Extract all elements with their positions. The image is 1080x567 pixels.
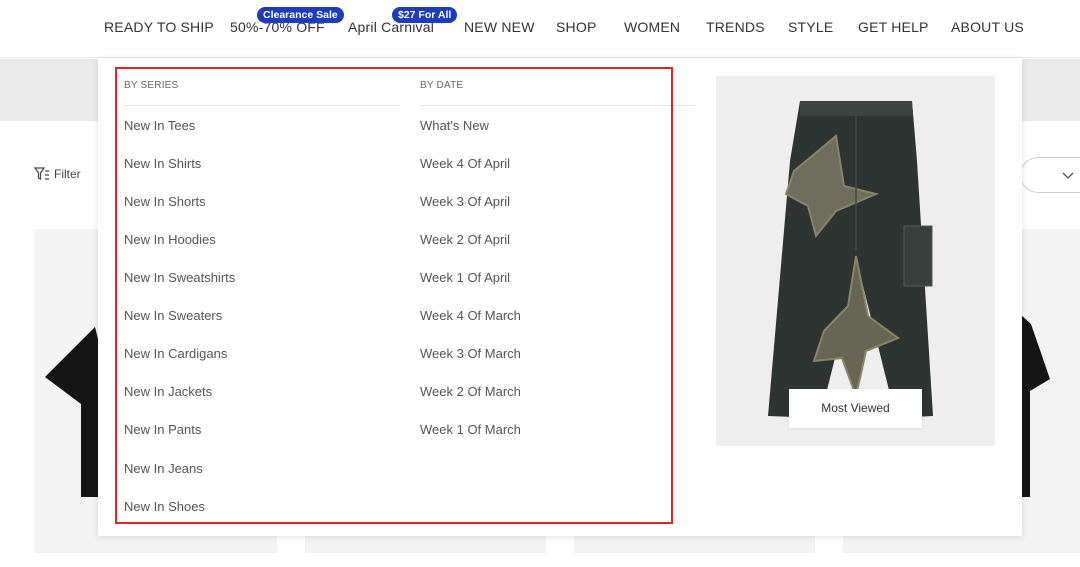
menu-link-week-4-april[interactable]: Week 4 Of April xyxy=(420,156,510,171)
menu-link-week-2-april[interactable]: Week 2 Of April xyxy=(420,232,510,247)
menu-link-new-in-sweaters[interactable]: New In Sweaters xyxy=(124,308,222,323)
menu-link-week-1-april[interactable]: Week 1 Of April xyxy=(420,270,510,285)
nav-item-trends[interactable]: TRENDS xyxy=(706,19,765,35)
menu-link-new-in-shoes[interactable]: New In Shoes xyxy=(124,499,205,514)
menu-link-new-in-jackets[interactable]: New In Jackets xyxy=(124,384,212,399)
nav-item-style[interactable]: STYLE xyxy=(788,19,833,35)
chevron-down-icon[interactable] xyxy=(1062,172,1074,180)
clearance-sale-badge: Clearance Sale xyxy=(257,7,344,23)
nav-item-shop[interactable]: SHOP xyxy=(556,19,596,35)
nav-item-new-new[interactable]: NEW NEW xyxy=(464,19,535,35)
top-navigation: READY TO SHIP 50%-70% OFF April Carnival… xyxy=(0,0,1080,58)
by-date-heading: BY DATE xyxy=(420,80,464,91)
menu-link-week-1-march[interactable]: Week 1 Of March xyxy=(420,422,521,437)
menu-link-whats-new[interactable]: What's New xyxy=(420,118,489,133)
nav-item-ready-to-ship[interactable]: READY TO SHIP xyxy=(104,19,214,35)
menu-link-week-2-march[interactable]: Week 2 Of March xyxy=(420,384,521,399)
most-viewed-label: Most Viewed xyxy=(789,389,922,428)
menu-link-new-in-shirts[interactable]: New In Shirts xyxy=(124,156,201,171)
nav-item-get-help[interactable]: GET HELP xyxy=(858,19,929,35)
filter-icon xyxy=(34,167,49,180)
menu-link-week-3-april[interactable]: Week 3 Of April xyxy=(420,194,510,209)
menu-link-week-4-march[interactable]: Week 4 Of March xyxy=(420,308,521,323)
nav-item-about-us[interactable]: ABOUT US xyxy=(951,19,1024,35)
filter-label: Filter xyxy=(54,167,81,181)
by-series-heading: BY SERIES xyxy=(124,80,179,91)
menu-link-new-in-pants[interactable]: New In Pants xyxy=(124,422,201,437)
menu-link-new-in-cardigans[interactable]: New In Cardigans xyxy=(124,346,227,361)
price-badge: $27 For All xyxy=(392,7,458,23)
nav-item-women[interactable]: WOMEN xyxy=(624,19,680,35)
menu-link-week-3-march[interactable]: Week 3 Of March xyxy=(420,346,521,361)
menu-link-new-in-hoodies[interactable]: New In Hoodies xyxy=(124,232,216,247)
menu-link-new-in-jeans[interactable]: New In Jeans xyxy=(124,461,203,476)
menu-link-new-in-sweatshirts[interactable]: New In Sweatshirts xyxy=(124,270,235,285)
menu-link-new-in-shorts[interactable]: New In Shorts xyxy=(124,194,206,209)
menu-link-new-in-tees[interactable]: New In Tees xyxy=(124,118,195,133)
divider xyxy=(420,105,696,106)
divider xyxy=(124,105,400,106)
filter-button[interactable]: Filter xyxy=(34,167,81,181)
